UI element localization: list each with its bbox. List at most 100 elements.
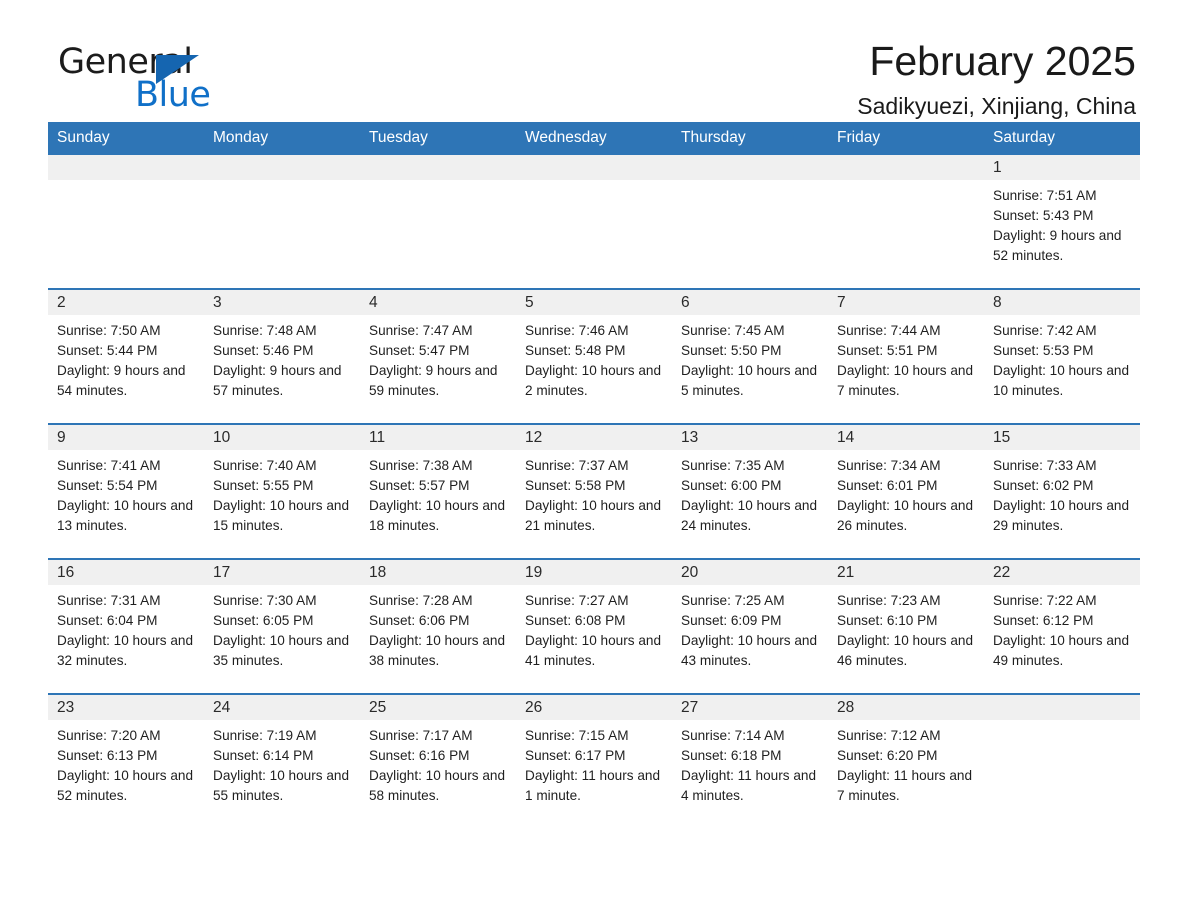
sunrise-text: Sunrise: 7:45 AM (681, 323, 785, 338)
sunset-text: Sunset: 5:57 PM (369, 478, 470, 493)
calendar-day-cell[interactable]: 5 Sunrise: 7:46 AM Sunset: 5:48 PM Daylight… (516, 288, 672, 424)
day-number: 12 (516, 425, 672, 450)
day-cell-inner (828, 155, 984, 288)
calendar-day-cell[interactable]: 9 Sunrise: 7:41 AM Sunset: 5:54 PM Daylight… (48, 423, 204, 559)
day-number: 23 (48, 695, 204, 720)
day-cell-inner: 11 Sunrise: 7:38 AM Sunset: 5:57 PM Dayligh… (360, 425, 516, 558)
day-sun-info: Sunrise: 7:22 AM Sunset: 6:12 PM Daylight:… (984, 585, 1140, 671)
sunset-text: Sunset: 5:43 PM (993, 208, 1094, 223)
calendar-day-cell[interactable]: 25 Sunrise: 7:17 AM Sunset: 6:16 PM Dayligh… (360, 693, 516, 828)
day-sun-info: Sunrise: 7:31 AM Sunset: 6:04 PM Daylight:… (48, 585, 204, 671)
calendar-cell-empty (48, 155, 204, 289)
day-sun-info: Sunrise: 7:33 AM Sunset: 6:02 PM Daylight:… (984, 450, 1140, 536)
calendar-week-row: 23 Sunrise: 7:20 AM Sunset: 6:13 PM Dayligh… (48, 693, 1140, 828)
calendar-day-cell[interactable]: 19 Sunrise: 7:27 AM Sunset: 6:08 PM Dayligh… (516, 558, 672, 694)
daylight-text: Daylight: 11 hours and 4 minutes. (681, 768, 817, 803)
day-number (672, 155, 828, 180)
calendar-cell-empty (672, 155, 828, 289)
day-sun-info: Sunrise: 7:12 AM Sunset: 6:20 PM Daylight:… (828, 720, 984, 806)
calendar-day-cell[interactable]: 13 Sunrise: 7:35 AM Sunset: 6:00 PM Dayligh… (672, 423, 828, 559)
calendar-day-cell[interactable]: 10 Sunrise: 7:40 AM Sunset: 5:55 PM Dayligh… (204, 423, 360, 559)
calendar-day-cell[interactable]: 17 Sunrise: 7:30 AM Sunset: 6:05 PM Dayligh… (204, 558, 360, 694)
sunrise-text: Sunrise: 7:35 AM (681, 458, 785, 473)
daylight-text: Daylight: 10 hours and 43 minutes. (681, 633, 818, 668)
day-number: 24 (204, 695, 360, 720)
weekday-header-wednesday: Wednesday (516, 122, 672, 155)
day-sun-info: Sunrise: 7:20 AM Sunset: 6:13 PM Daylight:… (48, 720, 204, 806)
sunrise-text: Sunrise: 7:51 AM (993, 188, 1097, 203)
day-cell-inner: 16 Sunrise: 7:31 AM Sunset: 6:04 PM Dayligh… (48, 560, 204, 693)
day-cell-inner: 4 Sunrise: 7:47 AM Sunset: 5:47 PM Daylight… (360, 290, 516, 423)
calendar-day-cell[interactable]: 26 Sunrise: 7:15 AM Sunset: 6:17 PM Dayligh… (516, 693, 672, 828)
calendar-day-cell[interactable]: 27 Sunrise: 7:14 AM Sunset: 6:18 PM Dayligh… (672, 693, 828, 828)
daylight-text: Daylight: 9 hours and 59 minutes. (369, 363, 498, 398)
sunrise-text: Sunrise: 7:50 AM (57, 323, 161, 338)
day-cell-inner: 27 Sunrise: 7:14 AM Sunset: 6:18 PM Dayligh… (672, 695, 828, 828)
generalblue-logo[interactable]: General Blue (58, 45, 318, 120)
sunset-text: Sunset: 5:46 PM (213, 343, 314, 358)
weekday-header-thursday: Thursday (672, 122, 828, 155)
sunset-text: Sunset: 5:50 PM (681, 343, 782, 358)
day-cell-inner: 9 Sunrise: 7:41 AM Sunset: 5:54 PM Daylight… (48, 425, 204, 558)
sunrise-text: Sunrise: 7:48 AM (213, 323, 317, 338)
sunset-text: Sunset: 5:44 PM (57, 343, 158, 358)
sunset-text: Sunset: 5:47 PM (369, 343, 470, 358)
sunrise-text: Sunrise: 7:27 AM (525, 593, 629, 608)
calendar-day-cell[interactable]: 3 Sunrise: 7:48 AM Sunset: 5:46 PM Daylight… (204, 288, 360, 424)
day-sun-info: Sunrise: 7:47 AM Sunset: 5:47 PM Daylight:… (360, 315, 516, 401)
calendar-day-cell[interactable]: 24 Sunrise: 7:19 AM Sunset: 6:14 PM Dayligh… (204, 693, 360, 828)
daylight-text: Daylight: 10 hours and 49 minutes. (993, 633, 1130, 668)
calendar-day-cell[interactable]: 14 Sunrise: 7:34 AM Sunset: 6:01 PM Dayligh… (828, 423, 984, 559)
sunrise-text: Sunrise: 7:40 AM (213, 458, 317, 473)
day-cell-inner: 24 Sunrise: 7:19 AM Sunset: 6:14 PM Dayligh… (204, 695, 360, 828)
calendar-day-cell[interactable]: 12 Sunrise: 7:37 AM Sunset: 5:58 PM Dayligh… (516, 423, 672, 559)
daylight-text: Daylight: 10 hours and 52 minutes. (57, 768, 194, 803)
calendar-week-row: 9 Sunrise: 7:41 AM Sunset: 5:54 PM Daylight… (48, 423, 1140, 559)
day-cell-inner: 23 Sunrise: 7:20 AM Sunset: 6:13 PM Dayligh… (48, 695, 204, 828)
day-sun-info: Sunrise: 7:23 AM Sunset: 6:10 PM Daylight:… (828, 585, 984, 671)
day-sun-info: Sunrise: 7:34 AM Sunset: 6:01 PM Daylight:… (828, 450, 984, 536)
calendar-day-cell[interactable]: 16 Sunrise: 7:31 AM Sunset: 6:04 PM Dayligh… (48, 558, 204, 694)
daylight-text: Daylight: 11 hours and 7 minutes. (837, 768, 973, 803)
calendar-cell-empty (360, 155, 516, 289)
calendar-day-cell[interactable]: 20 Sunrise: 7:25 AM Sunset: 6:09 PM Dayligh… (672, 558, 828, 694)
day-cell-inner (672, 155, 828, 288)
day-sun-info: Sunrise: 7:27 AM Sunset: 6:08 PM Daylight:… (516, 585, 672, 671)
day-cell-inner: 13 Sunrise: 7:35 AM Sunset: 6:00 PM Dayligh… (672, 425, 828, 558)
day-cell-inner: 7 Sunrise: 7:44 AM Sunset: 5:51 PM Daylight… (828, 290, 984, 423)
calendar-day-cell[interactable]: 2 Sunrise: 7:50 AM Sunset: 5:44 PM Daylight… (48, 288, 204, 424)
day-cell-inner: 20 Sunrise: 7:25 AM Sunset: 6:09 PM Dayligh… (672, 560, 828, 693)
day-sun-info: Sunrise: 7:50 AM Sunset: 5:44 PM Daylight:… (48, 315, 204, 401)
weekday-header-sunday: Sunday (48, 122, 204, 155)
calendar-day-cell[interactable]: 8 Sunrise: 7:42 AM Sunset: 5:53 PM Daylight… (984, 288, 1140, 424)
daylight-text: Daylight: 10 hours and 26 minutes. (837, 498, 974, 533)
calendar-cell-empty (516, 155, 672, 289)
calendar-day-cell[interactable]: 4 Sunrise: 7:47 AM Sunset: 5:47 PM Daylight… (360, 288, 516, 424)
daylight-text: Daylight: 10 hours and 7 minutes. (837, 363, 974, 398)
day-number: 13 (672, 425, 828, 450)
calendar-day-cell[interactable]: 23 Sunrise: 7:20 AM Sunset: 6:13 PM Dayligh… (48, 693, 204, 828)
day-number: 26 (516, 695, 672, 720)
sunset-text: Sunset: 6:09 PM (681, 613, 782, 628)
day-cell-inner (48, 155, 204, 288)
calendar-day-cell[interactable]: 22 Sunrise: 7:22 AM Sunset: 6:12 PM Dayligh… (984, 558, 1140, 694)
day-cell-inner (984, 695, 1140, 828)
calendar-day-cell[interactable]: 15 Sunrise: 7:33 AM Sunset: 6:02 PM Dayligh… (984, 423, 1140, 559)
sunrise-text: Sunrise: 7:44 AM (837, 323, 941, 338)
daylight-text: Daylight: 10 hours and 38 minutes. (369, 633, 506, 668)
day-cell-inner: 6 Sunrise: 7:45 AM Sunset: 5:50 PM Daylight… (672, 290, 828, 423)
day-sun-info: Sunrise: 7:25 AM Sunset: 6:09 PM Daylight:… (672, 585, 828, 671)
calendar-day-cell[interactable]: 28 Sunrise: 7:12 AM Sunset: 6:20 PM Dayligh… (828, 693, 984, 828)
day-number: 21 (828, 560, 984, 585)
daylight-text: Daylight: 10 hours and 32 minutes. (57, 633, 194, 668)
calendar-day-cell[interactable]: 21 Sunrise: 7:23 AM Sunset: 6:10 PM Dayligh… (828, 558, 984, 694)
sunset-text: Sunset: 6:00 PM (681, 478, 782, 493)
calendar-day-cell[interactable]: 18 Sunrise: 7:28 AM Sunset: 6:06 PM Dayligh… (360, 558, 516, 694)
calendar-day-cell[interactable]: 7 Sunrise: 7:44 AM Sunset: 5:51 PM Daylight… (828, 288, 984, 424)
day-sun-info: Sunrise: 7:37 AM Sunset: 5:58 PM Daylight:… (516, 450, 672, 536)
calendar-day-cell[interactable]: 6 Sunrise: 7:45 AM Sunset: 5:50 PM Daylight… (672, 288, 828, 424)
calendar-day-cell[interactable]: 11 Sunrise: 7:38 AM Sunset: 5:57 PM Dayligh… (360, 423, 516, 559)
calendar-day-cell[interactable]: 1 Sunrise: 7:51 AM Sunset: 5:43 PM Daylight… (984, 155, 1140, 289)
daylight-text: Daylight: 10 hours and 46 minutes. (837, 633, 974, 668)
day-cell-inner: 1 Sunrise: 7:51 AM Sunset: 5:43 PM Daylight… (984, 155, 1140, 288)
